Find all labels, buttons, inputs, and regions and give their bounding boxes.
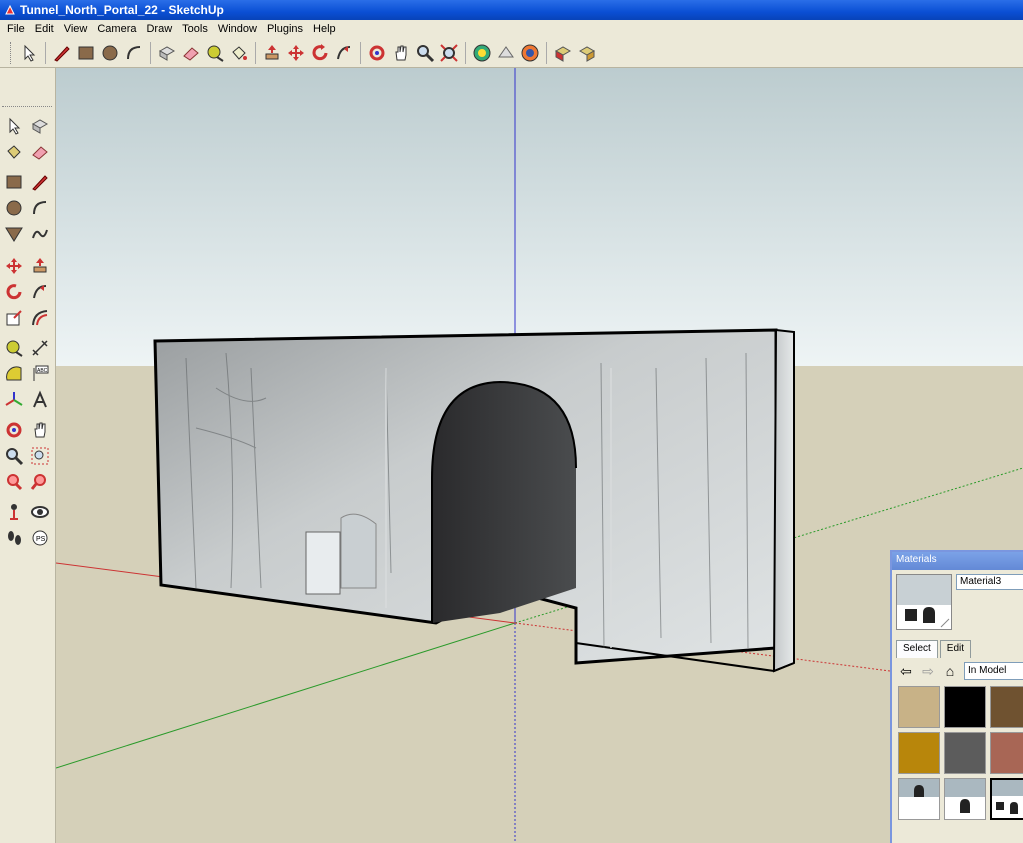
svg-text:ABC: ABC (37, 368, 48, 374)
select-icon[interactable] (2, 114, 26, 138)
large-tool-set-toolbar: ABC PS (0, 68, 56, 843)
forward-arrow-icon[interactable]: ⇨ (920, 663, 936, 680)
offset-icon[interactable] (28, 306, 52, 330)
move-icon[interactable] (2, 254, 26, 278)
orbit-icon[interactable] (2, 418, 26, 442)
sky (56, 68, 1023, 366)
menu-edit[interactable]: Edit (30, 23, 59, 35)
zoom-icon[interactable] (2, 444, 26, 468)
paint-bucket-icon[interactable] (227, 41, 251, 65)
circle-icon[interactable] (2, 196, 26, 220)
menu-window[interactable]: Window (213, 23, 262, 35)
material-name-field[interactable]: Material3 (956, 574, 1023, 590)
section-plane-icon[interactable]: PS (28, 526, 52, 550)
main-toolbar (0, 38, 1023, 68)
toolbar-grip[interactable] (2, 106, 52, 107)
title-bar: Tunnel_North_Portal_22 - SketchUp (0, 0, 1023, 20)
menu-draw[interactable]: Draw (141, 23, 177, 35)
tape-measure-icon[interactable] (2, 336, 26, 360)
window-title: Tunnel_North_Portal_22 - SketchUp (20, 3, 224, 17)
make-component-icon[interactable] (28, 114, 52, 138)
model-viewport[interactable] (56, 68, 1023, 843)
get-photo-texture-icon[interactable] (551, 41, 575, 65)
protractor-icon[interactable] (2, 362, 26, 386)
sketchup-app-icon (4, 4, 16, 16)
push-pull-icon[interactable] (260, 41, 284, 65)
pan-icon[interactable] (28, 418, 52, 442)
follow-me-icon[interactable] (332, 41, 356, 65)
swatch-tunnel-texture-1[interactable] (898, 778, 940, 820)
svg-text:PS: PS (36, 536, 46, 543)
paint-bucket-icon[interactable] (2, 140, 26, 164)
scale-icon[interactable] (2, 306, 26, 330)
move-icon[interactable] (284, 41, 308, 65)
zoom-window-icon[interactable] (28, 444, 52, 468)
circle-icon[interactable] (98, 41, 122, 65)
menu-tools[interactable]: Tools (177, 23, 213, 35)
toolbar-grip[interactable] (10, 41, 13, 64)
text-icon[interactable]: ABC (28, 362, 52, 386)
swatch-brown[interactable] (990, 686, 1023, 728)
share-model-icon[interactable] (494, 41, 518, 65)
rotate-icon[interactable] (2, 280, 26, 304)
menu-file[interactable]: File (2, 23, 30, 35)
zoom-extents-icon[interactable] (28, 470, 52, 494)
eraser-icon[interactable] (28, 140, 52, 164)
push-pull-icon[interactable] (28, 254, 52, 278)
swatch-clay[interactable] (990, 732, 1023, 774)
rectangle-icon[interactable] (2, 170, 26, 194)
axes-icon[interactable] (2, 388, 26, 412)
materials-panel-title[interactable]: Materials (892, 552, 1023, 570)
swatch-gold[interactable] (898, 732, 940, 774)
make-component-icon[interactable] (155, 41, 179, 65)
material-preview[interactable] (896, 574, 952, 630)
back-arrow-icon[interactable]: ⇦ (898, 663, 914, 680)
pencil-icon[interactable] (28, 170, 52, 194)
swatch-tunnel-texture-2[interactable] (944, 778, 986, 820)
materials-panel: Materials Material3 Select Edit ⇦ ⇨ ⌂ In… (890, 550, 1023, 843)
swatch-material3-selected[interactable] (990, 778, 1023, 820)
arc-icon[interactable] (122, 41, 146, 65)
menu-view[interactable]: View (59, 23, 93, 35)
walk-icon[interactable] (2, 526, 26, 550)
pencil-icon[interactable] (50, 41, 74, 65)
polygon-icon[interactable] (2, 222, 26, 246)
get-models-icon[interactable] (470, 41, 494, 65)
menu-plugins[interactable]: Plugins (262, 23, 308, 35)
eraser-icon[interactable] (179, 41, 203, 65)
arc-icon[interactable] (28, 196, 52, 220)
swatch-black[interactable] (944, 686, 986, 728)
dimension-icon[interactable] (28, 336, 52, 360)
orbit-icon[interactable] (365, 41, 389, 65)
rectangle-icon[interactable] (74, 41, 98, 65)
swatch-gray[interactable] (944, 732, 986, 774)
photo-texture-icon[interactable] (575, 41, 599, 65)
tab-edit[interactable]: Edit (939, 640, 972, 658)
3d-text-icon[interactable] (28, 388, 52, 412)
menu-camera[interactable]: Camera (92, 23, 141, 35)
pan-icon[interactable] (389, 41, 413, 65)
menu-help[interactable]: Help (308, 23, 341, 35)
menu-bar: File Edit View Camera Draw Tools Window … (0, 20, 1023, 38)
google-earth-icon[interactable] (518, 41, 542, 65)
zoom-icon[interactable] (413, 41, 437, 65)
freehand-icon[interactable] (28, 222, 52, 246)
collection-dropdown[interactable]: In Model (964, 662, 1023, 680)
look-around-icon[interactable] (28, 500, 52, 524)
tab-select[interactable]: Select (896, 640, 938, 658)
swatch-tan[interactable] (898, 686, 940, 728)
zoom-extents-icon[interactable] (437, 41, 461, 65)
home-icon[interactable]: ⌂ (942, 663, 958, 679)
previous-view-icon[interactable] (2, 470, 26, 494)
rotate-icon[interactable] (308, 41, 332, 65)
3d-scene[interactable] (56, 68, 1023, 843)
tape-measure-icon[interactable] (203, 41, 227, 65)
follow-me-icon[interactable] (28, 280, 52, 304)
select-icon[interactable] (17, 41, 41, 65)
position-camera-icon[interactable] (2, 500, 26, 524)
